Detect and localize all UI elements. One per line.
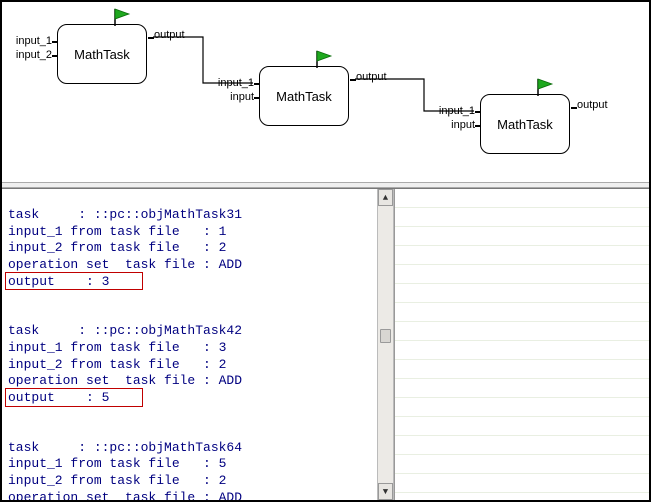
input-port-label: input_1 bbox=[439, 105, 475, 117]
flag-icon bbox=[113, 7, 131, 30]
output-port-label: output bbox=[154, 29, 185, 41]
scroll-thumb[interactable] bbox=[380, 329, 391, 343]
task-node-1[interactable]: MathTaskinput_1input_2output bbox=[57, 24, 147, 84]
scroll-down-button[interactable]: ▼ bbox=[378, 483, 393, 500]
output-highlight bbox=[5, 272, 143, 291]
scroll-up-button[interactable]: ▲ bbox=[378, 189, 393, 206]
node-label: MathTask bbox=[74, 47, 130, 62]
flag-icon bbox=[315, 49, 333, 72]
console-scrollbar[interactable]: ▲ ▼ bbox=[377, 189, 394, 500]
input-port-label: input_1 bbox=[218, 77, 254, 89]
console-text: task : ::pc::objMathTask31 input_1 from … bbox=[8, 207, 371, 500]
output-port-label: output bbox=[356, 71, 387, 83]
output-port-label: output bbox=[577, 99, 608, 111]
diagram-canvas[interactable]: MathTaskinput_1input_2outputMathTaskinpu… bbox=[2, 2, 649, 182]
input-port-label: input_2 bbox=[16, 49, 52, 61]
task-node-2[interactable]: MathTaskinput_1inputoutput bbox=[259, 66, 349, 126]
right-pane bbox=[394, 189, 649, 500]
node-label: MathTask bbox=[497, 117, 553, 132]
console-output: task : ::pc::objMathTask31 input_1 from … bbox=[2, 189, 377, 500]
task-node-3[interactable]: MathTaskinput_1inputoutput bbox=[480, 94, 570, 154]
input-port-label: input bbox=[230, 91, 254, 103]
flag-icon bbox=[536, 77, 554, 100]
input-port-label: input bbox=[451, 119, 475, 131]
output-highlight bbox=[5, 388, 143, 407]
node-label: MathTask bbox=[276, 89, 332, 104]
input-port-label: input_1 bbox=[16, 35, 52, 47]
